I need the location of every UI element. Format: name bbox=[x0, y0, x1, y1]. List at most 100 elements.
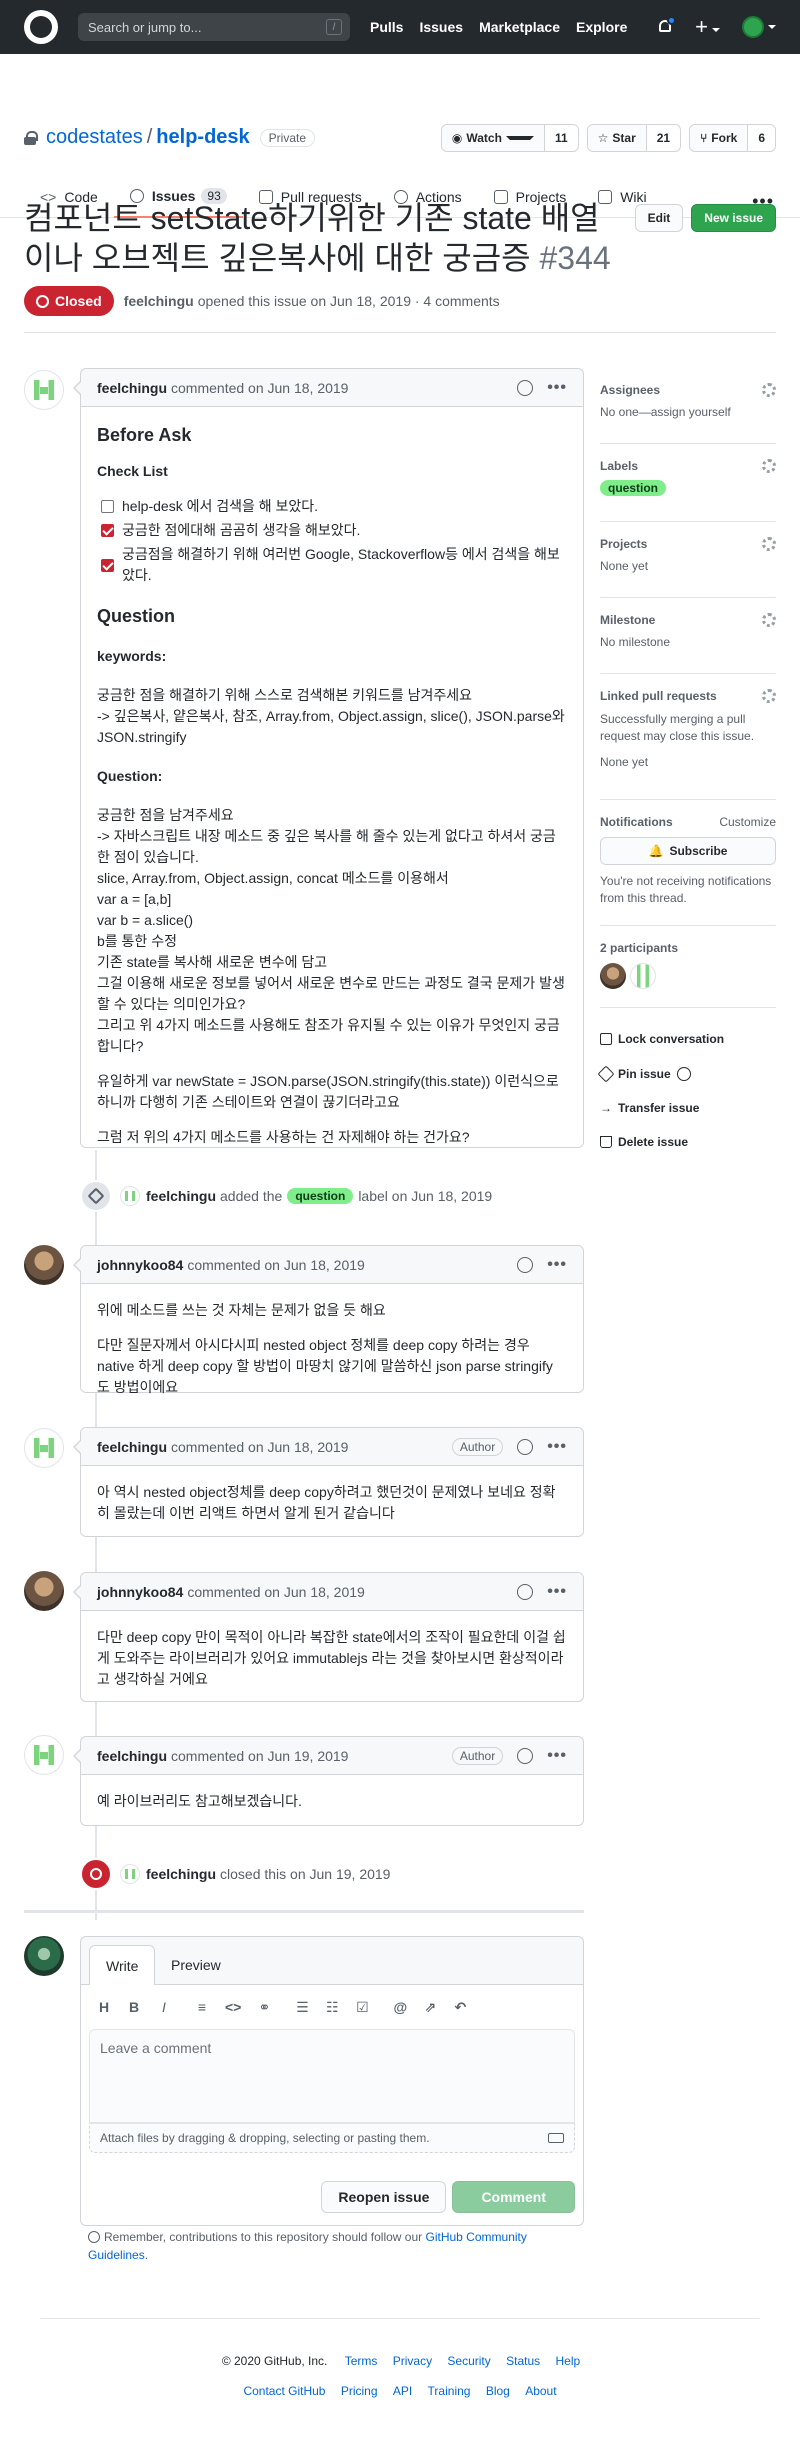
gear-icon[interactable] bbox=[762, 613, 776, 627]
checkbox[interactable] bbox=[101, 500, 114, 513]
checkbox-checked[interactable] bbox=[101, 558, 114, 572]
avatar[interactable] bbox=[120, 1864, 140, 1884]
participant-avatar[interactable] bbox=[600, 963, 626, 989]
footer-link-security[interactable]: Security bbox=[447, 2354, 490, 2368]
comment-author[interactable]: feelchingu bbox=[97, 380, 167, 396]
checkbox-checked[interactable] bbox=[101, 524, 114, 537]
watch-count[interactable]: 11 bbox=[545, 125, 578, 151]
avatar[interactable] bbox=[24, 1428, 64, 1468]
tab-write[interactable]: Write bbox=[89, 1945, 156, 1985]
repo-name-link[interactable]: help-desk bbox=[156, 126, 249, 149]
reopen-issue-button[interactable]: Reopen issue bbox=[321, 2181, 447, 2213]
smiley-icon[interactable] bbox=[517, 379, 534, 396]
footer-link-terms[interactable]: Terms bbox=[345, 2354, 378, 2368]
edit-title-button[interactable]: Edit bbox=[634, 204, 684, 232]
footer-link-blog[interactable]: Blog bbox=[486, 2384, 510, 2398]
footer-link-training[interactable]: Training bbox=[428, 2384, 471, 2398]
footer-link-pricing[interactable]: Pricing bbox=[341, 2384, 378, 2398]
comment-date[interactable]: commented on Jun 18, 2019 bbox=[171, 380, 348, 396]
link-icon[interactable]: ⚭ bbox=[257, 1999, 271, 2016]
gear-icon[interactable] bbox=[762, 383, 776, 397]
assignees-value[interactable]: No one—assign yourself bbox=[600, 405, 776, 419]
comment-button[interactable]: Comment bbox=[452, 2181, 575, 2213]
comment-author[interactable]: johnnykoo84 bbox=[97, 1257, 183, 1273]
transfer-issue-link[interactable]: → Transfer issue bbox=[600, 1101, 699, 1115]
fork-count[interactable]: 6 bbox=[748, 125, 775, 151]
github-logo-icon[interactable] bbox=[24, 10, 58, 44]
delete-issue-link[interactable]: Delete issue bbox=[600, 1135, 688, 1149]
comment-author[interactable]: johnnykoo84 bbox=[97, 1584, 183, 1600]
smiley-icon[interactable] bbox=[517, 1583, 534, 1600]
smiley-icon[interactable] bbox=[517, 1438, 534, 1455]
task-list-icon[interactable]: ☑ bbox=[355, 1999, 369, 2016]
comment-author[interactable]: feelchingu bbox=[97, 1748, 167, 1764]
footer-link-privacy[interactable]: Privacy bbox=[393, 2354, 432, 2368]
heading-icon[interactable]: H bbox=[97, 1999, 111, 2015]
event-actor[interactable]: feelchingu bbox=[146, 1188, 216, 1204]
fork-button[interactable]: ⑂ Fork bbox=[690, 125, 749, 151]
avatar[interactable] bbox=[24, 1245, 64, 1285]
star-count[interactable]: 21 bbox=[647, 125, 680, 151]
event-actor[interactable]: feelchingu bbox=[146, 1866, 216, 1882]
code-icon[interactable]: <> bbox=[225, 1999, 241, 2015]
comment-date[interactable]: commented on Jun 18, 2019 bbox=[171, 1439, 348, 1455]
gear-icon[interactable] bbox=[762, 459, 776, 473]
nav-explore[interactable]: Explore bbox=[576, 19, 627, 35]
user-menu[interactable] bbox=[742, 16, 776, 38]
bulleted-list-icon[interactable]: ☰ bbox=[295, 1999, 309, 2016]
footer-link-api[interactable]: API bbox=[393, 2384, 412, 2398]
nav-issues[interactable]: Issues bbox=[419, 19, 463, 35]
attach-files-area[interactable]: Attach files by dragging & dropping, sel… bbox=[89, 2123, 575, 2153]
repo-owner-link[interactable]: codestates bbox=[46, 126, 143, 149]
avatar[interactable] bbox=[24, 1735, 64, 1775]
comment-author[interactable]: feelchingu bbox=[97, 1439, 167, 1455]
quote-icon[interactable]: ≡ bbox=[195, 1999, 209, 2015]
footer-link-help[interactable]: Help bbox=[556, 2354, 581, 2368]
comment-date[interactable]: commented on Jun 18, 2019 bbox=[187, 1584, 364, 1600]
kebab-menu-icon[interactable]: ••• bbox=[547, 1438, 567, 1456]
create-new-menu[interactable]: + bbox=[695, 14, 720, 40]
cross-reference-icon[interactable]: ⇗ bbox=[423, 1999, 437, 2016]
participant-avatar[interactable] bbox=[630, 963, 656, 989]
gear-icon[interactable] bbox=[762, 689, 776, 703]
search-input[interactable]: Search or jump to... / bbox=[78, 13, 350, 41]
comment-date[interactable]: commented on Jun 18, 2019 bbox=[187, 1257, 364, 1273]
italic-icon[interactable]: I bbox=[157, 1999, 171, 2015]
smiley-icon[interactable] bbox=[517, 1747, 534, 1764]
tab-preview[interactable]: Preview bbox=[155, 1945, 237, 1985]
mention-icon[interactable]: @ bbox=[393, 1999, 408, 2015]
avatar[interactable] bbox=[24, 370, 64, 410]
lock-conversation-link[interactable]: Lock conversation bbox=[600, 1032, 724, 1046]
issue-author[interactable]: feelchingu bbox=[124, 293, 194, 309]
customize-link[interactable]: Customize bbox=[719, 815, 776, 829]
question-line: 기존 state를 복사해 새로운 변수에 담고 bbox=[97, 954, 328, 970]
numbered-list-icon[interactable]: ☷ bbox=[325, 1999, 339, 2016]
kebab-menu-icon[interactable]: ••• bbox=[547, 379, 567, 397]
watch-button[interactable]: ◉ Watch bbox=[441, 125, 545, 151]
pin-issue-link[interactable]: Pin issue bbox=[597, 1065, 691, 1083]
subscribe-button[interactable]: 🔔 Subscribe bbox=[600, 837, 776, 865]
comment-textarea[interactable]: Leave a comment bbox=[89, 2029, 575, 2123]
footer-link-about[interactable]: About bbox=[525, 2384, 556, 2398]
footer-link-contact[interactable]: Contact GitHub bbox=[243, 2384, 325, 2398]
avatar[interactable] bbox=[24, 1936, 64, 1976]
fork-label: Fork bbox=[711, 131, 738, 145]
label-question[interactable]: question bbox=[600, 480, 666, 496]
nav-pulls[interactable]: Pulls bbox=[370, 19, 403, 35]
label-question[interactable]: question bbox=[287, 1188, 354, 1204]
notifications-bell-icon[interactable] bbox=[657, 16, 677, 36]
avatar[interactable] bbox=[120, 1186, 140, 1206]
comment-date[interactable]: commented on Jun 19, 2019 bbox=[171, 1748, 348, 1764]
gear-icon[interactable] bbox=[762, 537, 776, 551]
avatar[interactable] bbox=[24, 1571, 64, 1611]
bold-icon[interactable]: B bbox=[127, 1999, 141, 2015]
reply-icon[interactable]: ↶ bbox=[453, 1999, 467, 2016]
nav-marketplace[interactable]: Marketplace bbox=[479, 19, 560, 35]
new-issue-button[interactable]: New issue bbox=[691, 204, 776, 232]
kebab-menu-icon[interactable]: ••• bbox=[547, 1256, 567, 1274]
kebab-menu-icon[interactable]: ••• bbox=[547, 1747, 567, 1765]
footer-link-status[interactable]: Status bbox=[506, 2354, 540, 2368]
kebab-menu-icon[interactable]: ••• bbox=[547, 1583, 567, 1601]
star-button[interactable]: ☆ Star bbox=[587, 125, 647, 151]
smiley-icon[interactable] bbox=[517, 1256, 534, 1273]
